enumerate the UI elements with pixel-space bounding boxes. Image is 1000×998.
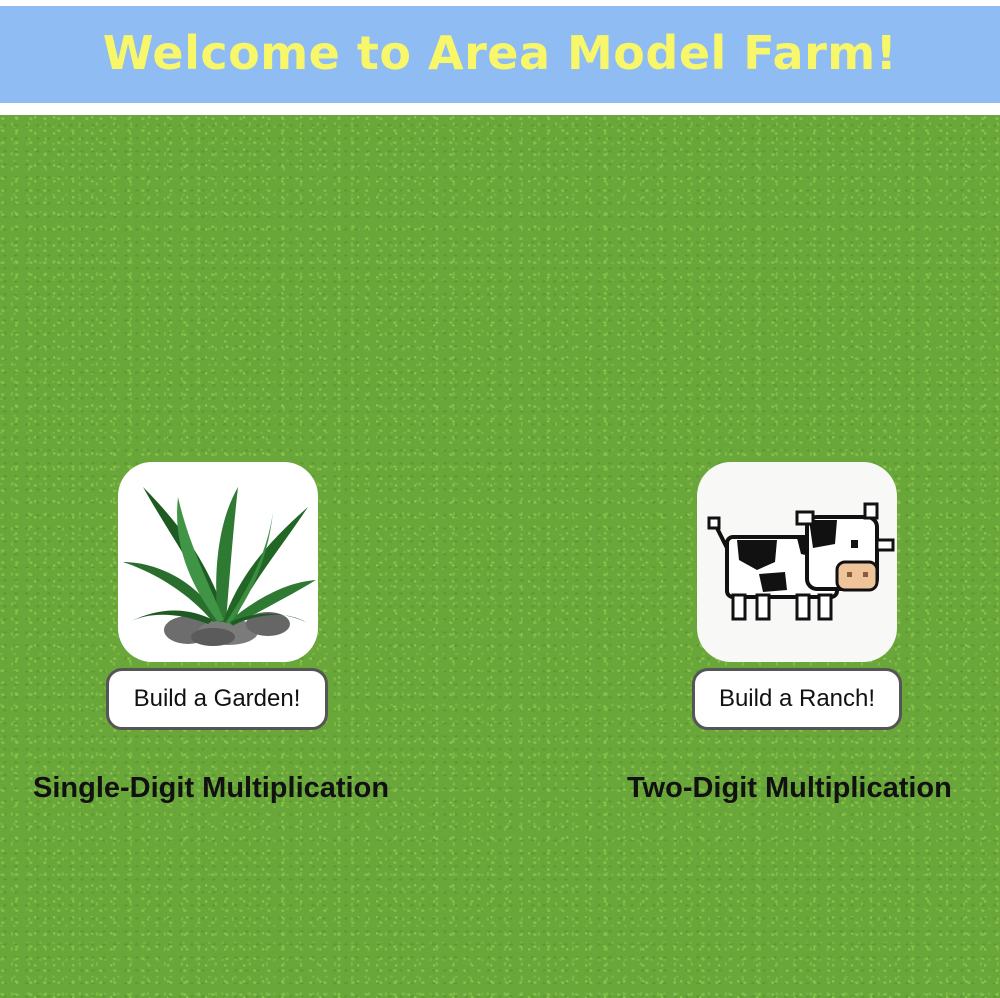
garden-image-card <box>118 462 318 662</box>
header-divider <box>0 103 1000 115</box>
build-ranch-button[interactable]: Build a Ranch! <box>692 668 902 730</box>
cow-icon <box>707 502 895 621</box>
header-banner: Welcome to Area Model Farm! <box>0 6 1000 103</box>
two-digit-caption: Two-Digit Multiplication <box>627 772 952 804</box>
page-title: Welcome to Area Model Farm! <box>102 25 898 80</box>
ranch-image-card <box>697 462 897 662</box>
single-digit-caption: Single-Digit Multiplication <box>33 772 390 804</box>
grass-plant-icon <box>123 487 316 646</box>
build-garden-button[interactable]: Build a Garden! <box>106 668 328 730</box>
